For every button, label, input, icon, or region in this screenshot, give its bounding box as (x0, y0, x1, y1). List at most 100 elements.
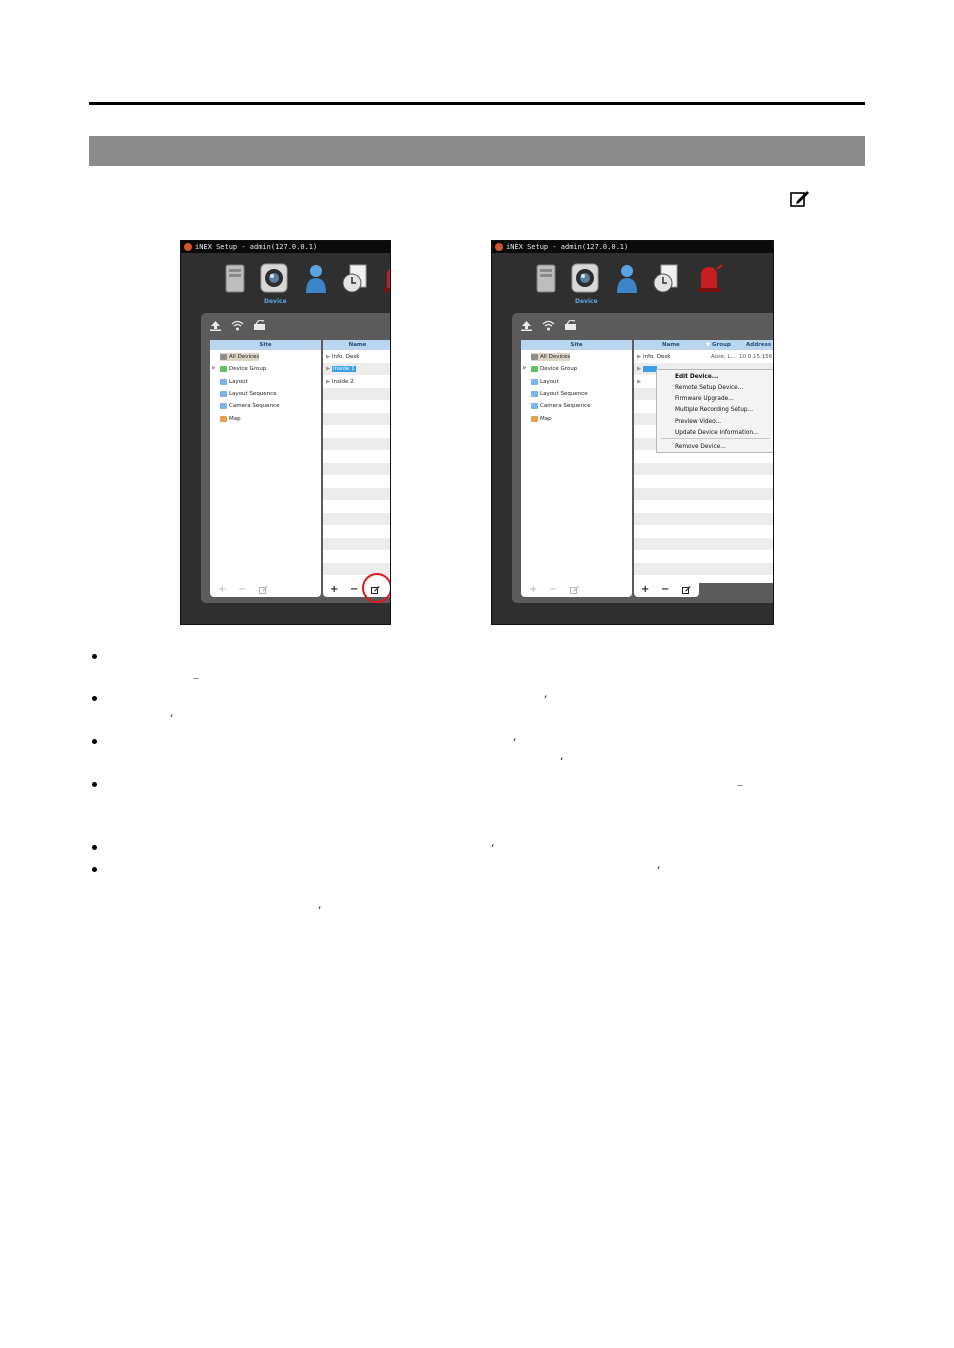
list-row (323, 513, 390, 525)
menu-separator (661, 438, 770, 439)
list-item-inside-2[interactable]: ▶ Inside 2 (326, 378, 354, 386)
screenshot-device-list: iNEX Setup - admin(127.0.0.1) Device Sit… (180, 240, 391, 625)
alarm-icon[interactable] (381, 263, 391, 293)
tree-item-map[interactable]: Map (220, 415, 241, 423)
user-icon[interactable] (302, 263, 330, 293)
wireless-icon[interactable] (231, 320, 244, 331)
tree-item-device-group[interactable]: Device Group (531, 365, 577, 373)
schedule-icon[interactable] (341, 263, 369, 293)
add-device-button[interactable]: + (330, 584, 338, 596)
server-icon[interactable] (221, 263, 249, 293)
site-tree: Site All Devices ▶ Device Group Layout L… (521, 340, 632, 583)
name-column-header[interactable]: Name (662, 340, 680, 350)
app-logo-icon (184, 243, 192, 251)
tree-item-camera-sequence[interactable]: Camera Sequence (220, 402, 279, 410)
add-button[interactable]: + (218, 584, 226, 596)
list-item-info-desk[interactable]: ▶ Info. Desk (637, 353, 670, 361)
camera-sequence-icon (220, 402, 227, 409)
tree-item-all-devices[interactable]: All Devices (531, 353, 571, 361)
menu-item-edit-device[interactable]: Edit Device... (675, 373, 718, 381)
menu-item-preview-video[interactable]: Preview Video... (675, 418, 721, 426)
upload-icon[interactable] (209, 320, 222, 331)
map-icon (531, 415, 538, 422)
tree-item-all-devices[interactable]: All Devices (220, 353, 260, 361)
list-row (323, 463, 390, 475)
address-cell: 10.0.15.156 (739, 354, 773, 360)
edit-icon (790, 191, 809, 207)
server-icon[interactable] (532, 263, 560, 293)
add-button[interactable]: + (529, 584, 537, 596)
scan-icon[interactable] (564, 320, 577, 331)
list-row (634, 563, 773, 575)
wireless-icon[interactable] (542, 320, 555, 331)
upload-icon[interactable] (520, 320, 533, 331)
layout-icon (220, 378, 227, 385)
device-list: Name ▶ Info. Desk ▶ Inside 1 ▶ Inside 2 (323, 340, 390, 583)
menu-item-multiple-recording-setup[interactable]: Multiple Recording Setup... (675, 406, 753, 414)
list-row (634, 463, 773, 475)
camera-icon[interactable] (260, 263, 288, 293)
tree-item-map[interactable]: Map (531, 415, 552, 423)
comma-mark: , (513, 730, 517, 743)
map-icon (220, 415, 227, 422)
edit-icon[interactable] (259, 586, 268, 594)
top-rule (89, 102, 865, 105)
expand-arrow-icon[interactable]: ▶ (212, 365, 216, 371)
remove-button[interactable]: − (549, 584, 557, 596)
menu-item-update-device-information[interactable]: Update Device Information... (675, 429, 759, 437)
layout-icon (531, 378, 538, 385)
menu-item-remove-device[interactable]: Remove Device... (675, 443, 726, 451)
bullet (92, 845, 97, 850)
remove-device-button[interactable]: − (350, 584, 358, 596)
remove-device-button[interactable]: − (661, 584, 669, 596)
list-item-selected[interactable]: ▶ (637, 365, 658, 373)
comma-mark: , (491, 836, 495, 849)
tree-item-device-group[interactable]: Device Group (220, 365, 266, 373)
list-row (634, 513, 773, 525)
tree-item-layout-sequence[interactable]: Layout Sequence (531, 390, 588, 398)
group-cell: Aisle, L... (711, 354, 736, 360)
list-row (323, 488, 390, 500)
list-row (323, 538, 390, 550)
tree-item-layout-sequence[interactable]: Layout Sequence (220, 390, 277, 398)
alarm-icon[interactable] (695, 263, 723, 293)
tree-item-layout[interactable]: Layout (220, 378, 248, 386)
layout-sequence-icon (531, 390, 538, 397)
scan-icon[interactable] (253, 320, 266, 331)
comma-mark: , (560, 749, 564, 762)
window-title: iNEX Setup - admin(127.0.0.1) (195, 243, 318, 251)
add-device-button[interactable]: + (641, 584, 649, 596)
list-bottom-toolbar: + − (634, 583, 699, 597)
tree-item-layout[interactable]: Layout (531, 378, 559, 386)
sort-arrow-icon: ▼ (706, 342, 710, 348)
tree-bottom-toolbar: + − (210, 583, 321, 597)
list-item-inside-1[interactable]: ▶ Inside 1 (326, 365, 356, 373)
user-icon[interactable] (613, 263, 641, 293)
edit-device-icon[interactable] (682, 586, 691, 594)
window-titlebar: iNEX Setup - admin(127.0.0.1) (181, 241, 390, 253)
group-column-header[interactable]: Group (712, 340, 731, 350)
list-header: Name ▼ Group Address (634, 340, 773, 350)
comma-mark: , (657, 858, 661, 871)
expand-arrow-icon[interactable]: ▶ (523, 365, 527, 371)
bullet (92, 654, 97, 659)
edit-icon[interactable] (570, 586, 579, 594)
camera-icon[interactable] (571, 263, 599, 293)
menu-item-firmware-upgrade[interactable]: Firmware Upgrade... (675, 395, 734, 403)
device-icon (531, 353, 538, 360)
address-column-header[interactable]: Address (746, 340, 771, 350)
bullet (92, 739, 97, 744)
dash-mark: _ (193, 666, 199, 679)
tree-item-camera-sequence[interactable]: Camera Sequence (531, 402, 590, 410)
device-tab-label: Device (264, 298, 287, 305)
site-header: Site (521, 340, 632, 350)
menu-item-remote-setup[interactable]: Remote Setup Device... (675, 384, 743, 392)
list-item-info-desk[interactable]: ▶ Info. Desk (326, 353, 359, 361)
schedule-icon[interactable] (652, 263, 680, 293)
comma-mark: , (318, 898, 322, 911)
list-row (634, 488, 773, 500)
dash-mark: _ (737, 773, 743, 786)
name-column-header[interactable]: Name (323, 340, 390, 350)
remove-button[interactable]: − (238, 584, 246, 596)
list-item[interactable]: ▶ (637, 378, 641, 386)
